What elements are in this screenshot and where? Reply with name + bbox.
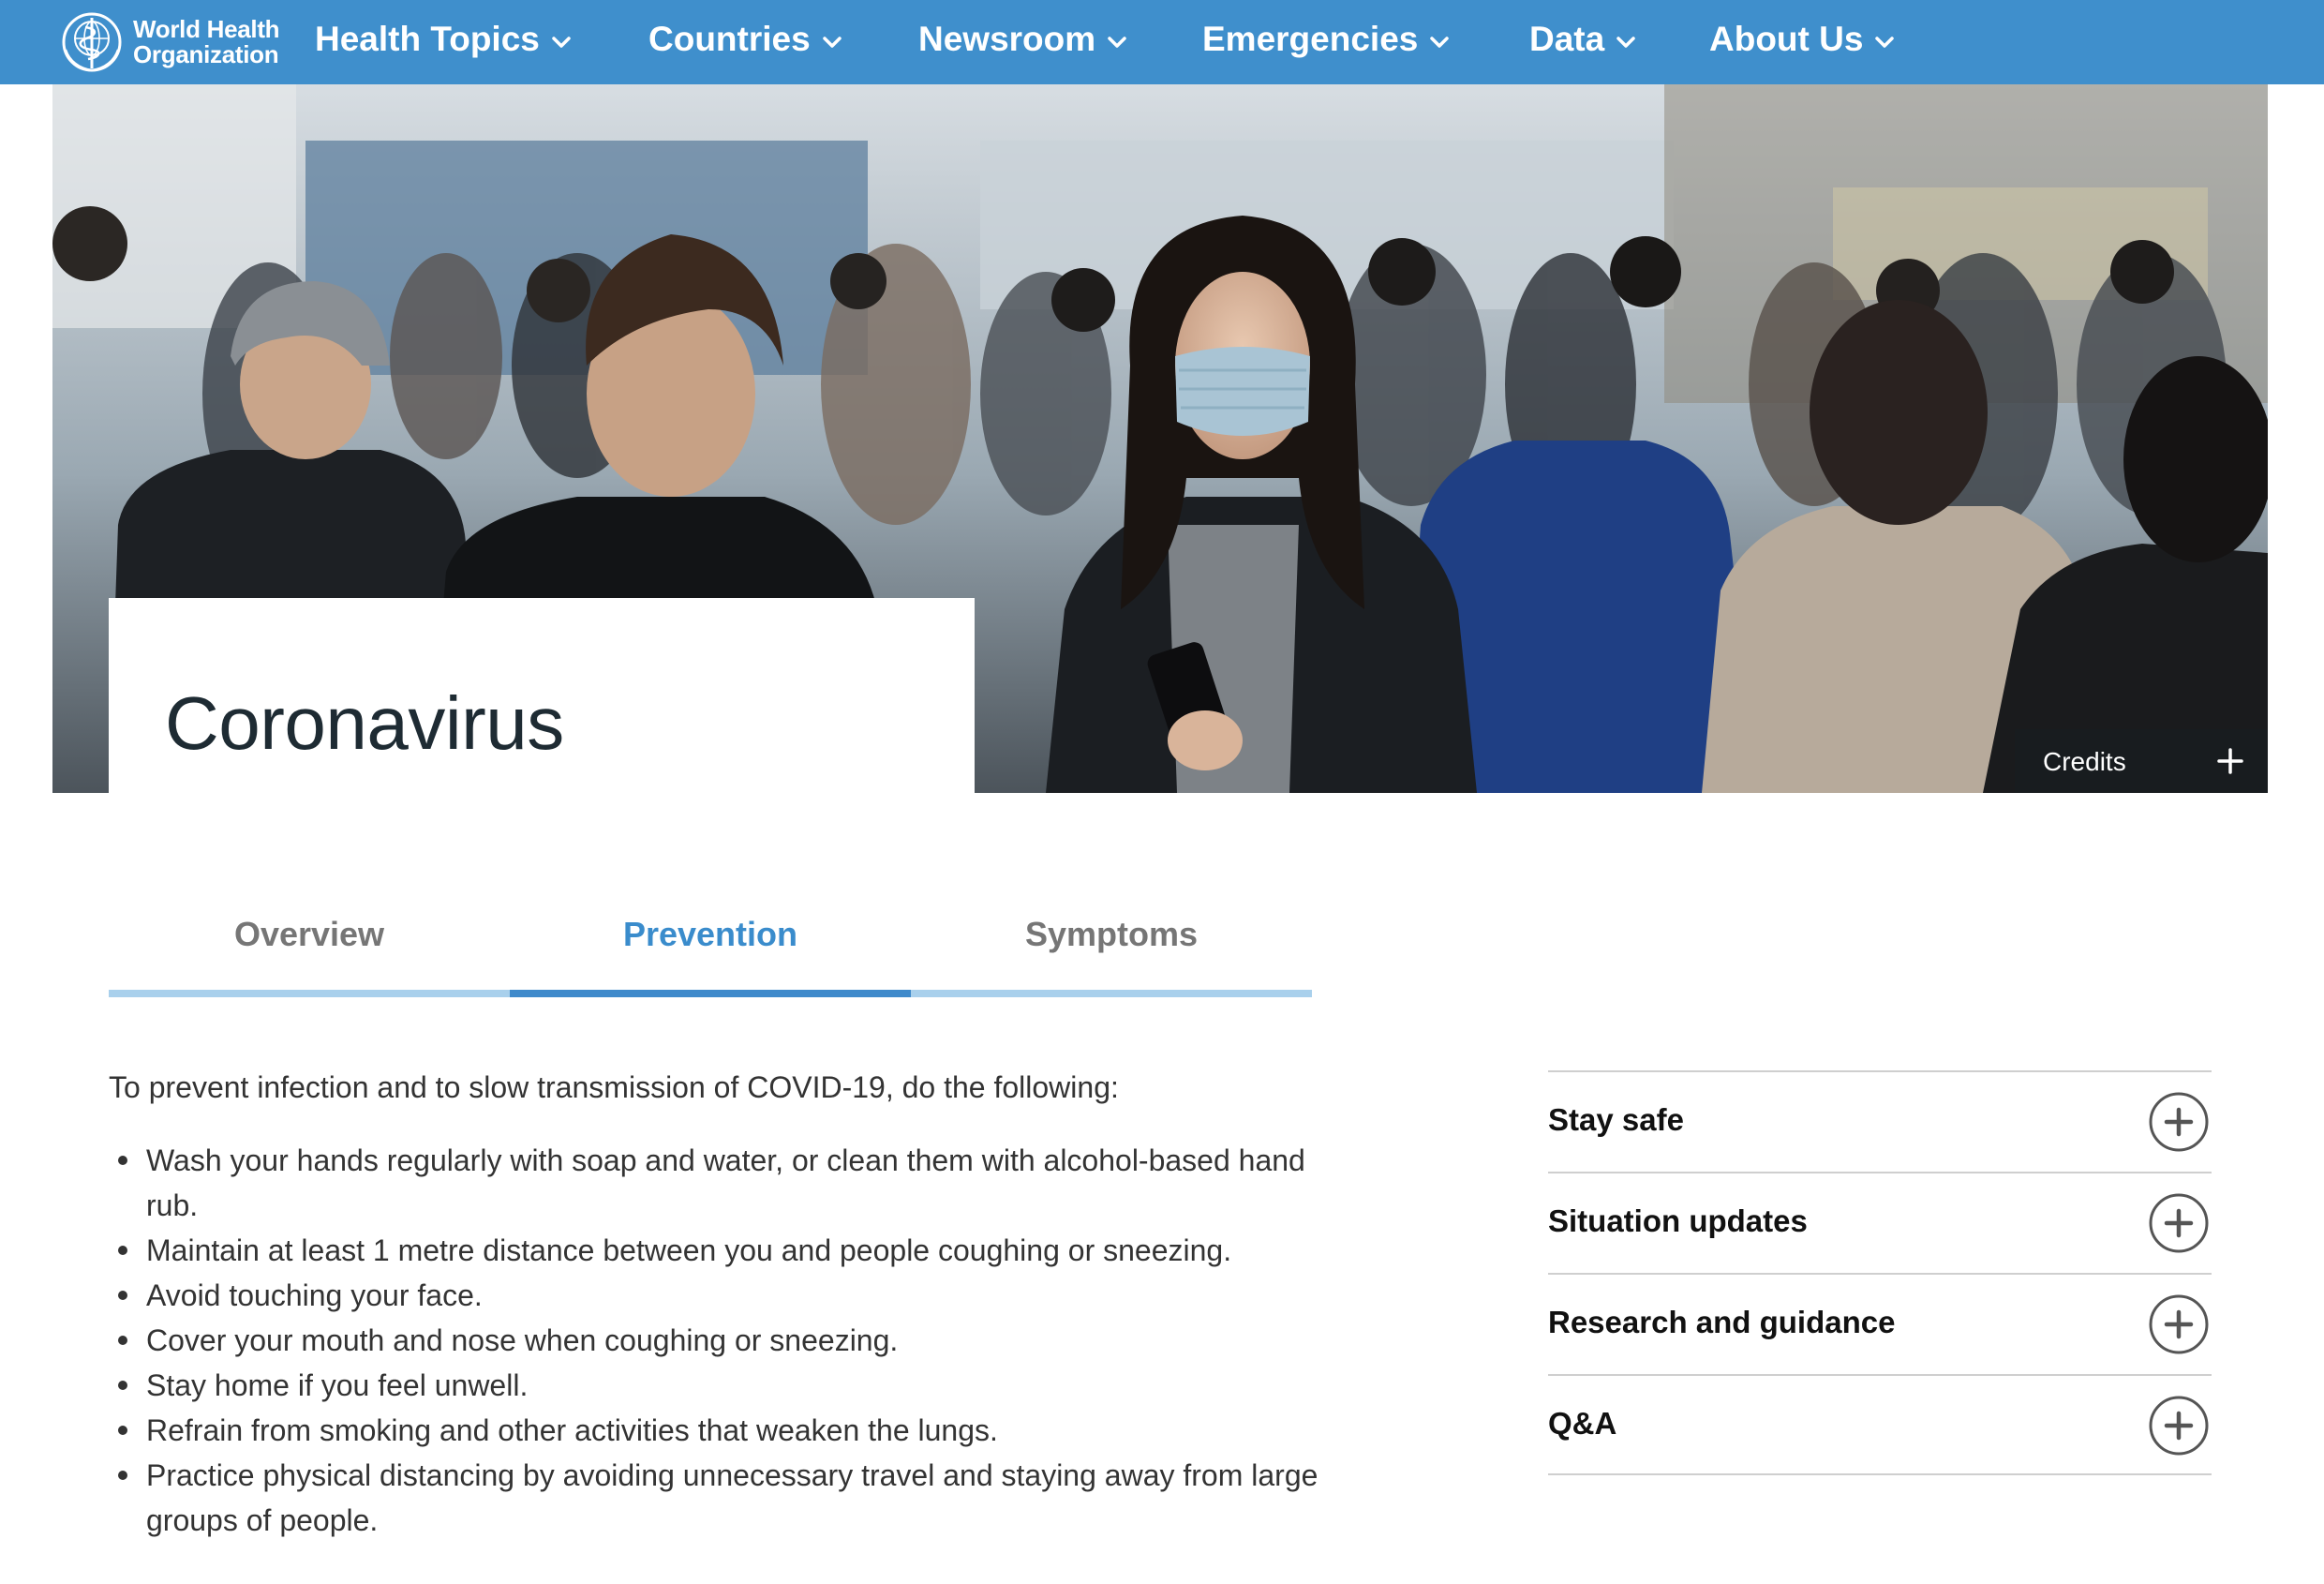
tab-overview[interactable]: Overview [109,872,510,999]
nav-item-emergencies[interactable]: Emergencies [1202,0,1450,79]
tab-label: Overview [233,915,385,953]
nav-label: About Us [1709,20,1864,58]
nav-label: Emergencies [1202,20,1419,58]
accordion-label: Q&A [1548,1406,1617,1441]
plus-icon [2217,748,2243,774]
expand-plus-icon[interactable] [2148,1293,2210,1355]
accordion-item-research-guidance[interactable]: Research and guidance [1548,1273,2212,1374]
hero-banner: Coronavirus Credits [52,84,2268,793]
tab-label: Symptoms [1024,915,1199,953]
who-emblem-icon [62,12,122,72]
logo-line-2: Organization [133,40,279,68]
top-navbar: World Health Organization Health Topics … [0,0,2324,84]
accordion-label: Research and guidance [1548,1305,1896,1339]
nav-item-newsroom[interactable]: Newsroom [918,0,1127,79]
accordion-item-stay-safe[interactable]: Stay safe [1548,1070,2212,1172]
nav-item-data[interactable]: Data [1529,0,1636,79]
sidebar-accordion: Stay safe Situation updates Research and… [1548,1070,2212,1475]
nav-item-about-us[interactable]: About Us [1709,0,1895,79]
credits-label: Credits [2043,747,2126,776]
expand-plus-icon[interactable] [2148,1395,2210,1457]
nav-label: Data [1529,20,1605,58]
accordion-label: Stay safe [1548,1102,1684,1137]
accordion-item-situation-updates[interactable]: Situation updates [1548,1172,2212,1273]
nav-label: Health Topics [315,20,540,58]
nav-label: Countries [648,20,811,58]
who-logo[interactable]: World Health Organization [56,7,280,77]
logo-wordmark: World Health Organization [133,15,280,68]
chevron-down-icon [1616,37,1635,48]
content-tabs: Overview Prevention Symptoms [109,872,1312,999]
list-item: Stay home if you feel unwell. [118,1363,1327,1408]
credits-toggle[interactable]: Credits [2015,729,2268,793]
list-item: Avoid touching your face. [118,1273,1327,1318]
nav-item-countries[interactable]: Countries [648,0,842,79]
chevron-down-icon [1108,37,1126,48]
expand-plus-icon[interactable] [2148,1091,2210,1153]
list-item: Maintain at least 1 metre distance betwe… [118,1228,1327,1273]
list-item: Refrain from smoking and other activitie… [118,1408,1327,1453]
tab-underline [911,990,1312,997]
chevron-down-icon [552,37,571,48]
tab-prevention[interactable]: Prevention [510,872,911,999]
tab-underline-active [510,990,911,997]
list-item: Wash your hands regularly with soap and … [118,1138,1327,1228]
chevron-down-icon [1875,37,1895,48]
tab-underline [109,990,510,997]
tab-label: Prevention [622,915,798,953]
list-item: Practice physical distancing by avoiding… [118,1453,1327,1543]
accordion-item-qa[interactable]: Q&A [1548,1374,2212,1475]
page-title: Coronavirus [165,681,564,765]
accordion-label: Situation updates [1548,1203,1808,1238]
logo-line-1: World Health [133,15,280,43]
prevention-list: Wash your hands regularly with soap and … [109,1138,1327,1543]
expand-plus-icon[interactable] [2148,1192,2210,1254]
nav-item-health-topics[interactable]: Health Topics [315,0,572,79]
chevron-down-icon [822,37,842,48]
chevron-down-icon [1430,37,1450,48]
prevention-intro: To prevent infection and to slow transmi… [109,1070,1119,1104]
list-item: Cover your mouth and nose when coughing … [118,1318,1327,1363]
tab-symptoms[interactable]: Symptoms [911,872,1312,999]
hero-title-card: Coronavirus [109,598,975,793]
nav-label: Newsroom [918,20,1096,58]
